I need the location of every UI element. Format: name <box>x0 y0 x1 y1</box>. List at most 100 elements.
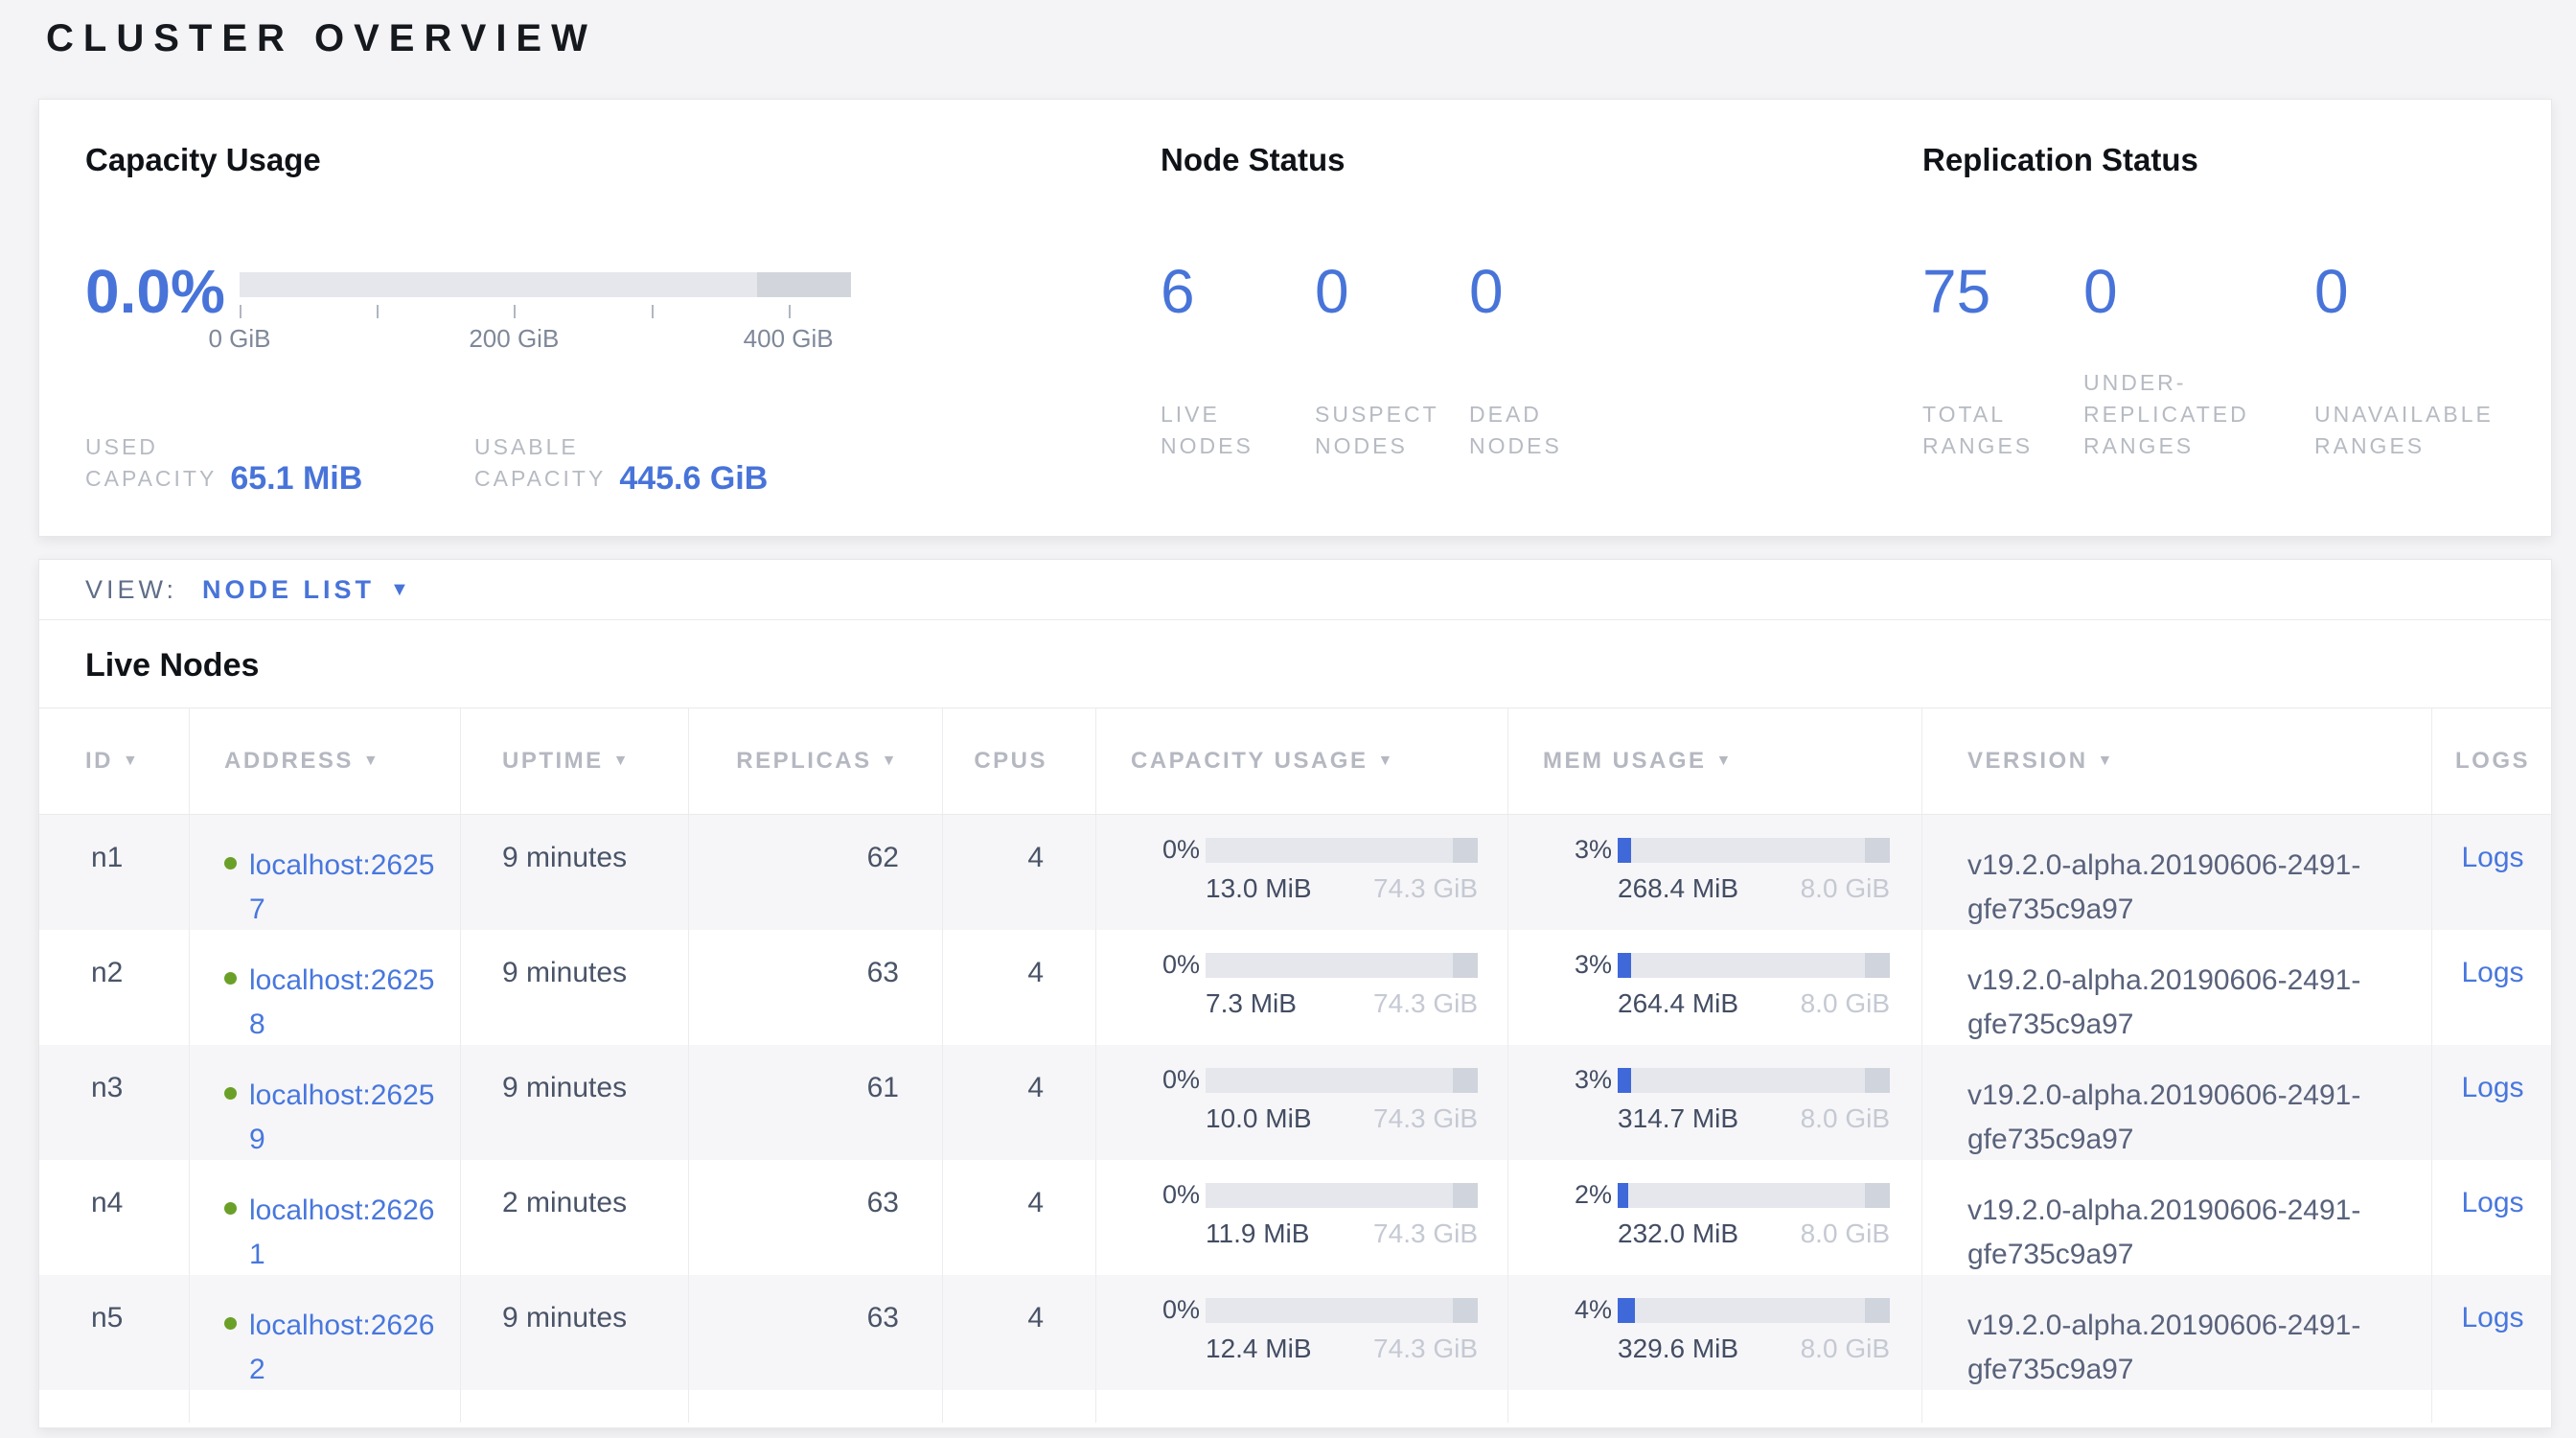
mem-used-value: 268.4 MiB <box>1618 873 1738 904</box>
cell-node-id: n3 <box>39 1045 190 1162</box>
bar-fill <box>1618 838 1631 863</box>
cell-replicas: 63 <box>689 1275 943 1392</box>
address-link[interactable]: localhost:26259 <box>249 1074 437 1162</box>
capacity-usage-bar <box>1206 1068 1478 1093</box>
dead-nodes-count: 0 <box>1469 261 1623 322</box>
cell-cpus: 4 <box>943 1275 1096 1392</box>
bar-end-segment <box>1453 953 1478 978</box>
mem-used-value: 314.7 MiB <box>1618 1103 1738 1134</box>
logs-link[interactable]: Logs <box>2461 1072 2523 1103</box>
cell-replicas: 62 <box>689 815 943 932</box>
node-status-section: Node Status 6 0 0 LIVE NODES SUSPECT NOD… <box>1161 142 1922 536</box>
version-text: v19.2.0-alpha.20190606-2491-gfe735c9a97 <box>1967 959 2397 1047</box>
used-capacity-label: USED CAPACITY <box>85 431 217 495</box>
cell-address: localhost:26259 <box>190 1045 461 1162</box>
mem-usage-bar <box>1618 1183 1890 1208</box>
bar-end-segment <box>1453 1183 1478 1208</box>
column-header-address[interactable]: ADDRESS ▼ <box>190 708 461 814</box>
cell-address: localhost:26262 <box>190 1275 461 1392</box>
column-header-version[interactable]: VERSION ▼ <box>1922 708 2432 814</box>
cell-cpus: 4 <box>943 1045 1096 1162</box>
address-link[interactable]: localhost:26257 <box>249 844 437 932</box>
address-link[interactable]: localhost:26258 <box>249 959 437 1047</box>
capacity-max-value: 74.3 GiB <box>1373 1334 1478 1364</box>
bar-end-segment <box>1865 838 1890 863</box>
capacity-gauge-bar <box>240 272 851 297</box>
logs-link[interactable]: Logs <box>2461 957 2523 988</box>
sort-caret-icon: ▼ <box>882 753 899 770</box>
address-link[interactable]: localhost:26262 <box>249 1304 437 1392</box>
cell-mem-usage: 4% 329.6 MiB 8.0 GiB <box>1508 1275 1922 1392</box>
address-link[interactable]: localhost:26261 <box>249 1189 437 1277</box>
capacity-used-value: 7.3 MiB <box>1206 988 1297 1019</box>
column-header-logs: LOGS <box>2432 708 2552 814</box>
view-bar: VIEW: NODE LIST ▼ <box>39 560 2551 620</box>
gauge-tick-label: 200 GiB <box>469 324 559 354</box>
table-body: n1 localhost:26257 9 minutes 62 4 0% 13.… <box>39 815 2551 1390</box>
logs-link[interactable]: Logs <box>2461 1187 2523 1218</box>
gauge-tick <box>377 305 379 318</box>
gauge-tick <box>514 305 516 318</box>
bar-end-segment <box>1865 953 1890 978</box>
cell-uptime: 9 minutes <box>461 1275 689 1392</box>
cell-node-id: n2 <box>39 930 190 1047</box>
capacity-percent-label: 0% <box>1154 950 1200 980</box>
sort-caret-icon: ▼ <box>1377 753 1394 770</box>
logs-link[interactable]: Logs <box>2461 1302 2523 1334</box>
live-status-dot-icon <box>224 1202 237 1215</box>
cell-capacity-usage: 0% 12.4 MiB 74.3 GiB <box>1096 1275 1508 1392</box>
bar-fill <box>1618 953 1631 978</box>
cell-logs: Logs <box>2432 815 2552 932</box>
bar-end-segment <box>1865 1183 1890 1208</box>
replication-status-section: Replication Status 75 0 0 TOTAL RANGES U… <box>1922 142 2551 536</box>
gauge-tick <box>240 305 242 318</box>
live-status-dot-icon <box>224 1317 237 1330</box>
bar-fill <box>1618 1183 1628 1208</box>
mem-usage-bar <box>1618 838 1890 863</box>
usable-capacity-stat: USABLE CAPACITY 445.6 GiB <box>474 431 768 495</box>
node-list-dropdown[interactable]: NODE LIST ▼ <box>202 575 409 605</box>
cell-version: v19.2.0-alpha.20190606-2491-gfe735c9a97 <box>1922 1275 2432 1392</box>
sort-caret-icon: ▼ <box>2098 753 2115 770</box>
live-nodes-title: Live Nodes <box>85 647 2551 684</box>
usable-capacity-value: 445.6 GiB <box>619 460 768 498</box>
capacity-usage-section: Capacity Usage 0.0% 0 GiB 200 GiB 400 Gi… <box>85 142 1161 536</box>
cell-version: v19.2.0-alpha.20190606-2491-gfe735c9a97 <box>1922 1160 2432 1277</box>
mem-max-value: 8.0 GiB <box>1801 1103 1890 1134</box>
column-header-mem-usage[interactable]: MEM USAGE ▼ <box>1508 708 1922 814</box>
column-header-id[interactable]: ID ▼ <box>39 708 190 814</box>
cell-mem-usage: 3% 264.4 MiB 8.0 GiB <box>1508 930 1922 1047</box>
version-text: v19.2.0-alpha.20190606-2491-gfe735c9a97 <box>1967 1304 2397 1392</box>
bar-end-segment <box>1865 1068 1890 1093</box>
cell-capacity-usage: 0% 10.0 MiB 74.3 GiB <box>1096 1045 1508 1162</box>
cell-uptime: 9 minutes <box>461 815 689 932</box>
gauge-tick <box>652 305 654 318</box>
mem-percent-label: 3% <box>1566 835 1612 865</box>
capacity-max-value: 74.3 GiB <box>1373 1103 1478 1134</box>
used-capacity-value: 65.1 MiB <box>230 460 362 498</box>
bar-end-segment <box>1865 1298 1890 1323</box>
capacity-gauge: 0 GiB 200 GiB 400 GiB <box>240 272 851 378</box>
mem-used-value: 264.4 MiB <box>1618 988 1738 1019</box>
version-text: v19.2.0-alpha.20190606-2491-gfe735c9a97 <box>1967 844 2397 932</box>
view-label: VIEW: <box>85 575 177 605</box>
mem-max-value: 8.0 GiB <box>1801 1334 1890 1364</box>
version-text: v19.2.0-alpha.20190606-2491-gfe735c9a97 <box>1967 1074 2397 1162</box>
mem-used-value: 329.6 MiB <box>1618 1334 1738 1364</box>
capacity-percent-label: 0% <box>1154 1295 1200 1325</box>
live-nodes-count: 6 <box>1161 261 1315 322</box>
column-header-uptime[interactable]: UPTIME ▼ <box>461 708 689 814</box>
table-row: n5 localhost:26262 9 minutes 63 4 0% 12.… <box>39 1275 2551 1390</box>
chevron-down-icon: ▼ <box>390 579 409 601</box>
usable-capacity-label: USABLE CAPACITY <box>474 431 606 495</box>
summary-panel: Capacity Usage 0.0% 0 GiB 200 GiB 400 Gi… <box>38 99 2552 537</box>
logs-link[interactable]: Logs <box>2461 842 2523 873</box>
capacity-percent: 0.0% <box>85 261 240 378</box>
suspect-nodes-label: SUSPECT NODES <box>1315 399 1469 462</box>
page-title: CLUSTER OVERVIEW <box>46 17 597 60</box>
cell-capacity-usage: 0% 11.9 MiB 74.3 GiB <box>1096 1160 1508 1277</box>
version-text: v19.2.0-alpha.20190606-2491-gfe735c9a97 <box>1967 1189 2397 1277</box>
column-header-replicas[interactable]: REPLICAS ▼ <box>689 708 943 814</box>
capacity-usage-bar <box>1206 953 1478 978</box>
column-header-capacity-usage[interactable]: CAPACITY USAGE ▼ <box>1096 708 1508 814</box>
